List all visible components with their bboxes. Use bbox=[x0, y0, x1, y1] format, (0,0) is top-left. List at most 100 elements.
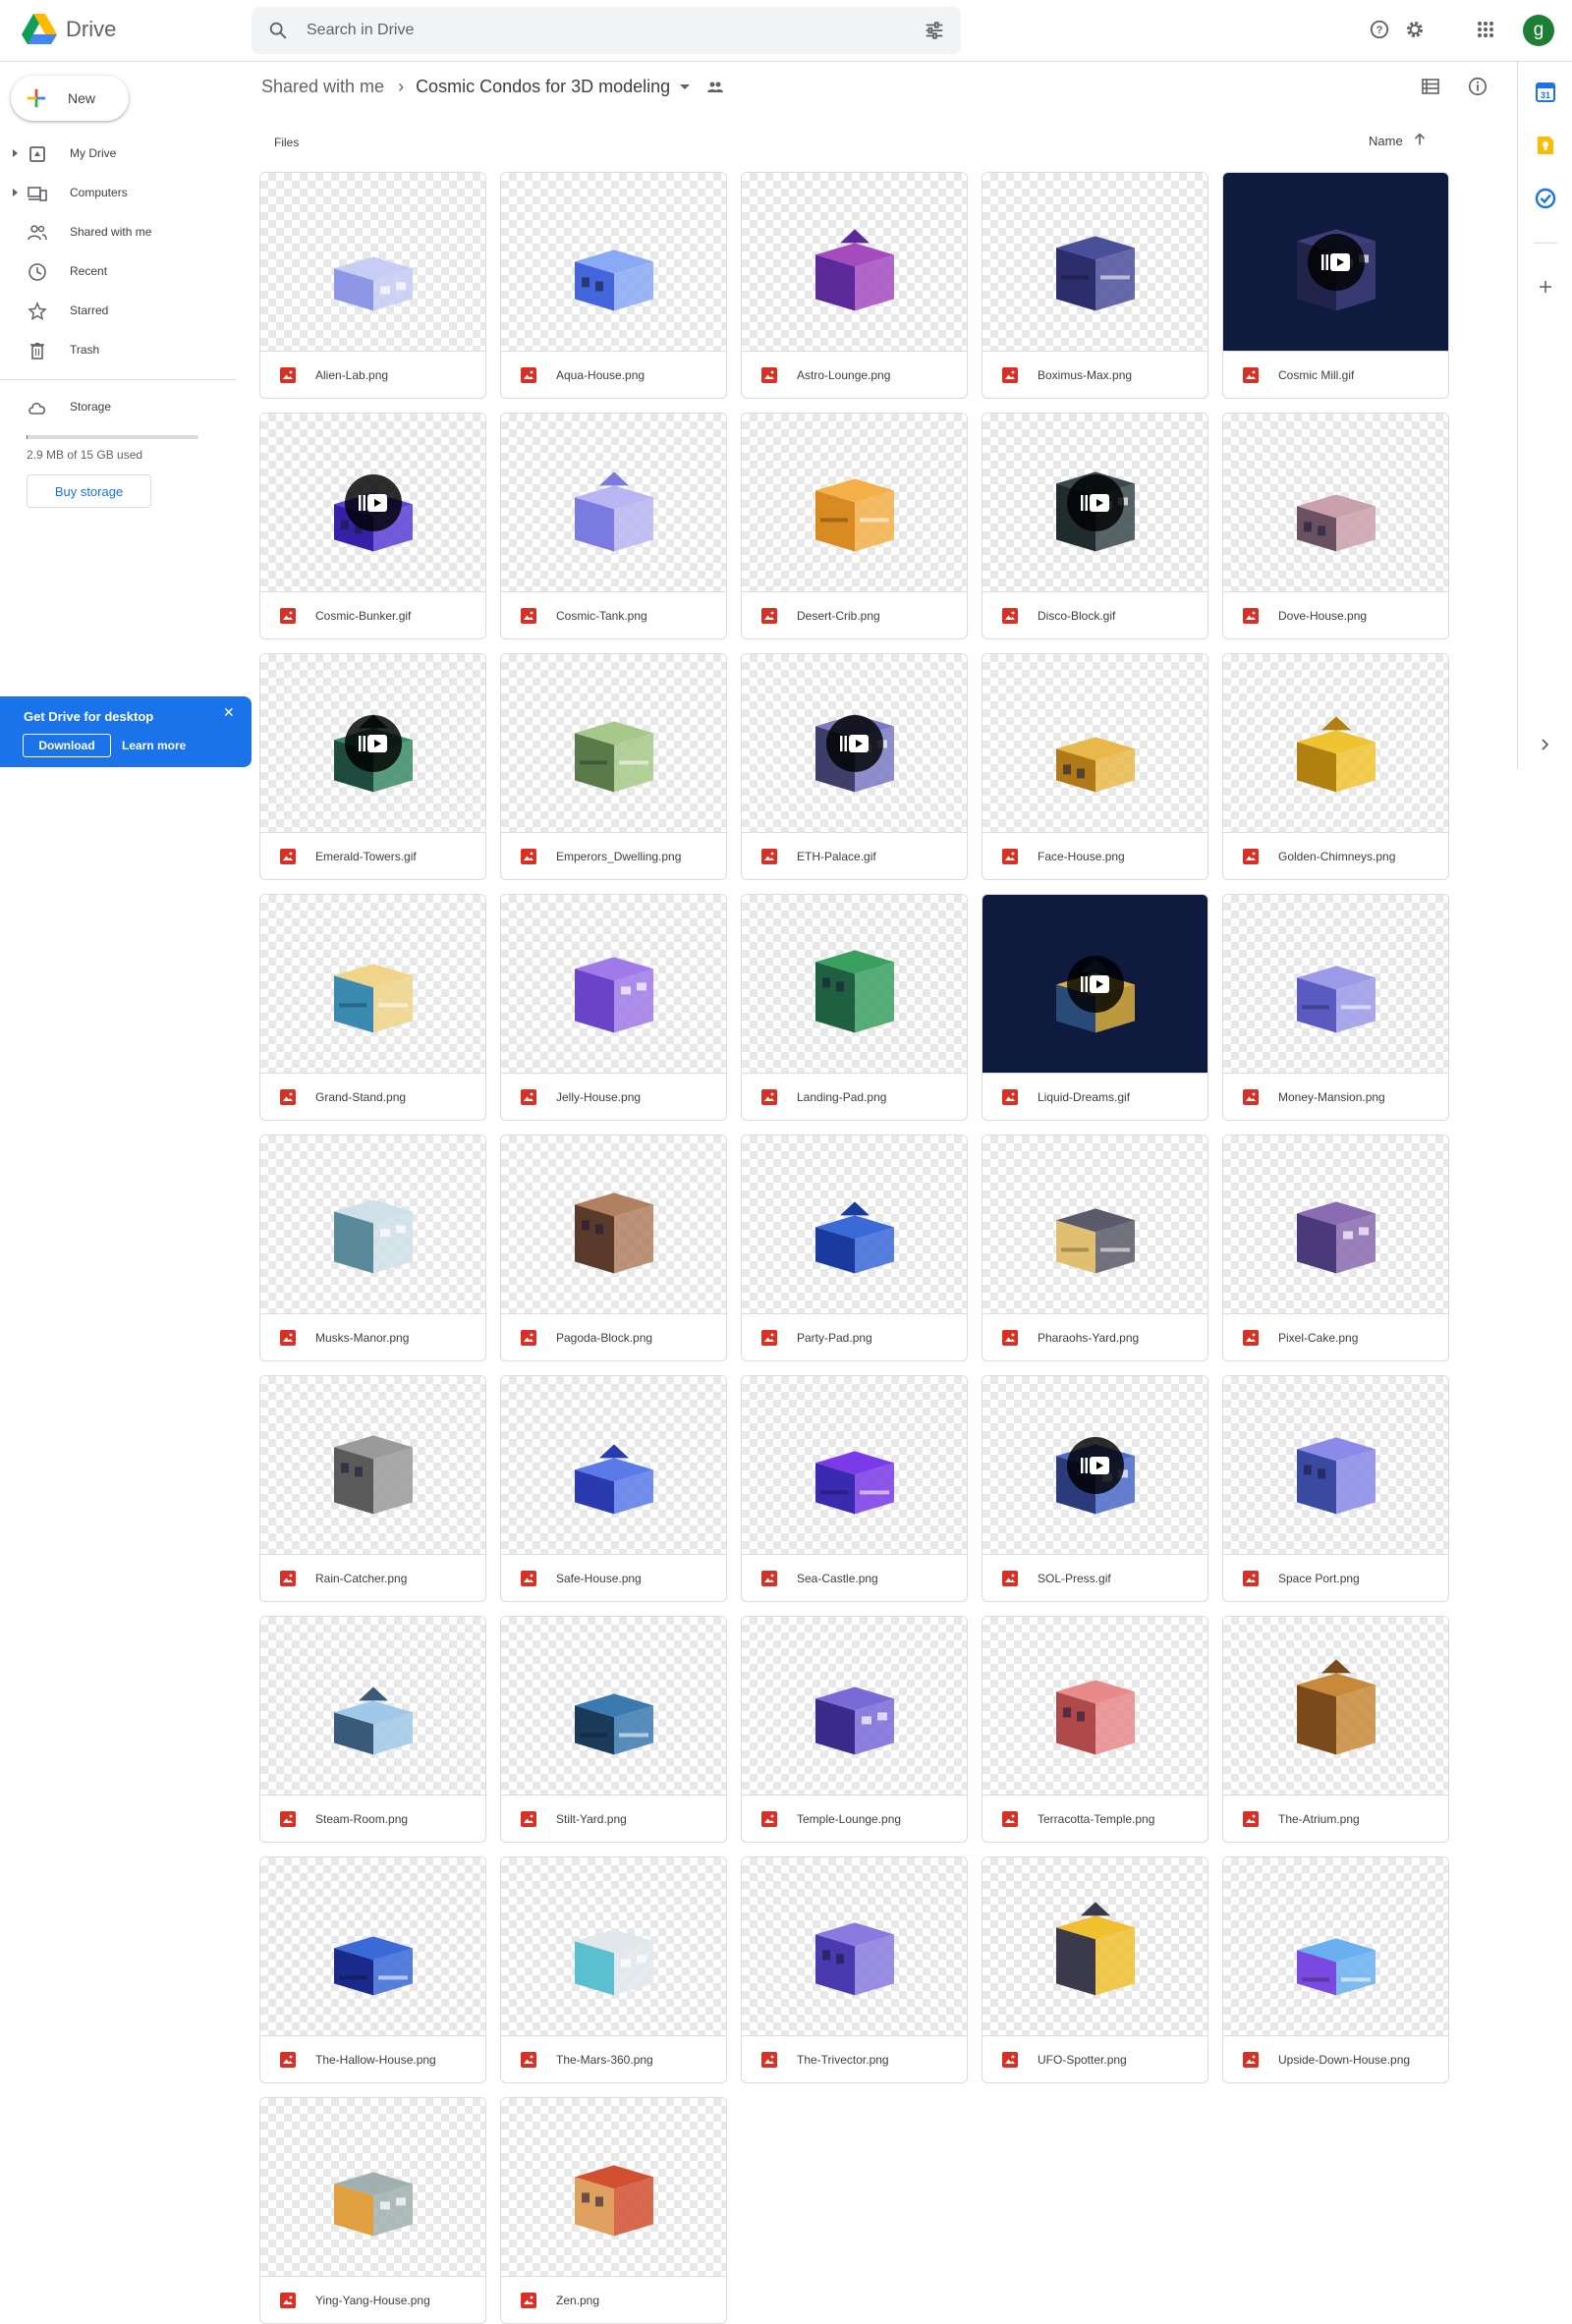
file-name-row[interactable]: Cosmic-Bunker.gif bbox=[260, 591, 485, 638]
file-name-row[interactable]: Desert-Crib.png bbox=[742, 591, 967, 638]
file-name-row[interactable]: Steam-Room.png bbox=[260, 1795, 485, 1842]
file-name-row[interactable]: Money-Mansion.png bbox=[1223, 1073, 1448, 1120]
file-card[interactable]: The-Trivector.png bbox=[741, 1856, 968, 2083]
file-name-row[interactable]: Boximus-Max.png bbox=[982, 351, 1207, 398]
file-name-row[interactable]: Dove-House.png bbox=[1223, 591, 1448, 638]
file-name-row[interactable]: Cosmic Mill.gif bbox=[1223, 351, 1448, 398]
expand-caret-icon[interactable] bbox=[13, 189, 18, 196]
file-name-row[interactable]: Space Port.png bbox=[1223, 1554, 1448, 1601]
file-card[interactable]: Steam-Room.png bbox=[259, 1616, 486, 1843]
file-name-row[interactable]: ETH-Palace.gif bbox=[742, 832, 967, 879]
file-card[interactable]: Golden-Chimneys.png bbox=[1222, 653, 1449, 880]
play-icon[interactable] bbox=[344, 714, 402, 772]
file-name-row[interactable]: Golden-Chimneys.png bbox=[1223, 832, 1448, 879]
search-bar[interactable] bbox=[252, 7, 961, 54]
file-name-row[interactable]: Sea-Castle.png bbox=[742, 1554, 967, 1601]
file-name-row[interactable]: Upside-Down-House.png bbox=[1223, 2035, 1448, 2082]
breadcrumb-shared-with-me[interactable]: Shared with me bbox=[261, 77, 384, 97]
file-card[interactable]: Party-Pad.png bbox=[741, 1134, 968, 1361]
tasks-icon[interactable] bbox=[1535, 188, 1556, 209]
play-icon[interactable] bbox=[1066, 1436, 1124, 1494]
file-name-row[interactable]: Temple-Lounge.png bbox=[742, 1795, 967, 1842]
file-name-row[interactable]: Musks-Manor.png bbox=[260, 1313, 485, 1360]
file-card[interactable]: UFO-Spotter.png bbox=[982, 1856, 1208, 2083]
file-name-row[interactable]: The-Mars-360.png bbox=[501, 2035, 726, 2082]
file-card[interactable]: Desert-Crib.png bbox=[741, 413, 968, 639]
file-card[interactable]: The-Hallow-House.png bbox=[259, 1856, 486, 2083]
file-card[interactable]: Grand-Stand.png bbox=[259, 894, 486, 1121]
file-card[interactable]: Money-Mansion.png bbox=[1222, 894, 1449, 1121]
play-icon[interactable] bbox=[1307, 233, 1365, 291]
help-icon[interactable]: ? bbox=[1366, 16, 1393, 43]
file-card[interactable]: Cosmic-Bunker.gif bbox=[259, 413, 486, 639]
expand-caret-icon[interactable] bbox=[13, 149, 18, 157]
search-input[interactable] bbox=[307, 7, 857, 54]
file-name-row[interactable]: Rain-Catcher.png bbox=[260, 1554, 485, 1601]
sort-label[interactable]: Name bbox=[1369, 134, 1403, 148]
file-name-row[interactable]: Astro-Lounge.png bbox=[742, 351, 967, 398]
sidebar-item-storage[interactable]: Storage bbox=[0, 391, 236, 422]
file-card[interactable]: Safe-House.png bbox=[500, 1375, 727, 1602]
file-name-row[interactable]: The-Trivector.png bbox=[742, 2035, 967, 2082]
file-card[interactable]: Temple-Lounge.png bbox=[741, 1616, 968, 1843]
file-card[interactable]: Aqua-House.png bbox=[500, 172, 727, 399]
file-name-row[interactable]: Pharaohs-Yard.png bbox=[982, 1313, 1207, 1360]
new-button[interactable]: New bbox=[11, 76, 129, 121]
file-card[interactable]: The-Atrium.png bbox=[1222, 1616, 1449, 1843]
file-card[interactable]: Jelly-House.png bbox=[500, 894, 727, 1121]
drive-logo-icon[interactable] bbox=[22, 14, 57, 45]
apps-icon[interactable] bbox=[1472, 16, 1499, 43]
file-name-row[interactable]: Emerald-Towers.gif bbox=[260, 832, 485, 879]
keep-icon[interactable] bbox=[1535, 135, 1556, 156]
file-name-row[interactable]: SOL-Press.gif bbox=[982, 1554, 1207, 1601]
file-card[interactable]: Rain-Catcher.png bbox=[259, 1375, 486, 1602]
download-button[interactable]: Download bbox=[23, 734, 111, 757]
file-name-row[interactable]: Jelly-House.png bbox=[501, 1073, 726, 1120]
search-icon[interactable] bbox=[267, 20, 289, 41]
chevron-right-icon[interactable] bbox=[1535, 734, 1556, 755]
file-card[interactable]: Pagoda-Block.png bbox=[500, 1134, 727, 1361]
chevron-down-icon[interactable] bbox=[680, 83, 691, 89]
file-name-row[interactable]: Pixel-Cake.png bbox=[1223, 1313, 1448, 1360]
sidebar-item-starred[interactable]: Starred bbox=[0, 295, 236, 326]
file-name-row[interactable]: The-Atrium.png bbox=[1223, 1795, 1448, 1842]
sidebar-item-trash[interactable]: Trash bbox=[0, 334, 236, 365]
file-card[interactable]: Landing-Pad.png bbox=[741, 894, 968, 1121]
file-card[interactable]: The-Mars-360.png bbox=[500, 1856, 727, 2083]
file-card[interactable]: ETH-Palace.gif bbox=[741, 653, 968, 880]
close-icon[interactable]: ✕ bbox=[223, 704, 235, 721]
file-card[interactable]: Boximus-Max.png bbox=[982, 172, 1208, 399]
learn-more-link[interactable]: Learn more bbox=[122, 739, 186, 752]
list-view-icon[interactable] bbox=[1419, 75, 1442, 98]
file-card[interactable]: Alien-Lab.png bbox=[259, 172, 486, 399]
file-name-row[interactable]: Disco-Block.gif bbox=[982, 591, 1207, 638]
add-icon[interactable] bbox=[1535, 276, 1556, 298]
file-name-row[interactable]: Pagoda-Block.png bbox=[501, 1313, 726, 1360]
file-card[interactable]: Disco-Block.gif bbox=[982, 413, 1208, 639]
file-name-row[interactable]: Face-House.png bbox=[982, 832, 1207, 879]
file-name-row[interactable]: Safe-House.png bbox=[501, 1554, 726, 1601]
tune-icon[interactable] bbox=[924, 20, 945, 41]
play-icon[interactable] bbox=[825, 714, 883, 772]
file-card[interactable]: Terracotta-Temple.png bbox=[982, 1616, 1208, 1843]
file-card[interactable]: Sea-Castle.png bbox=[741, 1375, 968, 1602]
calendar-icon[interactable]: 31 bbox=[1535, 82, 1556, 103]
play-icon[interactable] bbox=[344, 473, 402, 531]
file-card[interactable]: Cosmic Mill.gif bbox=[1222, 172, 1449, 399]
file-card[interactable]: Stilt-Yard.png bbox=[500, 1616, 727, 1843]
file-card[interactable]: Emerald-Towers.gif bbox=[259, 653, 486, 880]
info-icon[interactable] bbox=[1466, 75, 1489, 98]
file-card[interactable]: Ying-Yang-House.png bbox=[259, 2097, 486, 2324]
file-name-row[interactable]: Alien-Lab.png bbox=[260, 351, 485, 398]
sidebar-item-my-drive[interactable]: My Drive bbox=[0, 138, 236, 169]
file-card[interactable]: Pixel-Cake.png bbox=[1222, 1134, 1449, 1361]
file-card[interactable]: Pharaohs-Yard.png bbox=[982, 1134, 1208, 1361]
sidebar-item-shared-with-me[interactable]: Shared with me bbox=[0, 216, 236, 248]
settings-icon[interactable] bbox=[1401, 16, 1429, 43]
app-title[interactable]: Drive bbox=[66, 17, 116, 42]
file-name-row[interactable]: Grand-Stand.png bbox=[260, 1073, 485, 1120]
play-icon[interactable] bbox=[1066, 955, 1124, 1013]
file-name-row[interactable]: Liquid-Dreams.gif bbox=[982, 1073, 1207, 1120]
file-card[interactable]: Liquid-Dreams.gif bbox=[982, 894, 1208, 1121]
play-icon[interactable] bbox=[1066, 473, 1124, 531]
